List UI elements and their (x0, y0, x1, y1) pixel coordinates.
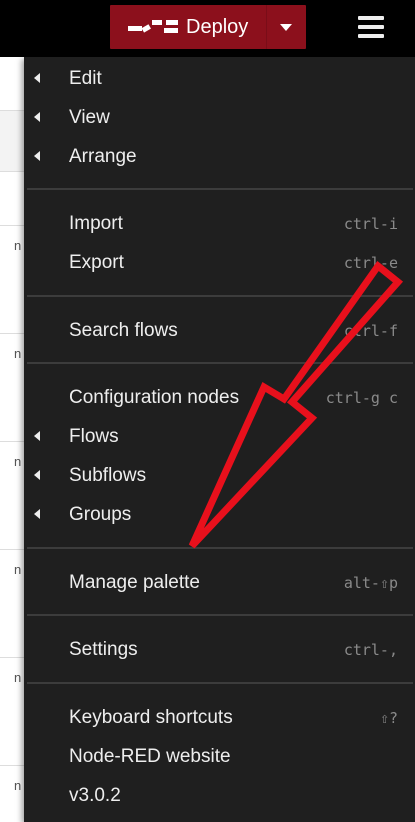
menu-divider (27, 547, 413, 549)
menu-item-label: Arrange (69, 146, 137, 167)
shortcut-label: ctrl-g c (325, 389, 398, 407)
shortcut-label: ctrl-f (343, 322, 398, 340)
menu-item-arrange[interactable]: Arrange (24, 137, 415, 176)
submenu-caret-icon (34, 73, 40, 83)
menu-item-export[interactable]: Export ctrl-e (24, 243, 415, 282)
workspace-row-divider (0, 549, 24, 550)
menu-item-label: Manage palette (69, 572, 200, 593)
menu-item-settings[interactable]: Settings ctrl-, (24, 630, 415, 669)
submenu-caret-icon (34, 509, 40, 519)
workspace-row-text: n (14, 238, 22, 253)
menu-item-keyboard-shortcuts[interactable]: Keyboard shortcuts ⇧? (24, 698, 415, 737)
shortcut-label: ⇧? (379, 709, 398, 727)
menu-item-label: Keyboard shortcuts (69, 707, 233, 728)
version-label: v3.0.2 (69, 785, 121, 806)
workspace-row-divider (0, 225, 24, 226)
menu-item-label: Export (69, 252, 124, 273)
header-bar: Deploy (0, 0, 415, 57)
menu-item-label: Import (69, 213, 123, 234)
menu-item-subflows[interactable]: Subflows (24, 456, 415, 495)
deploy-button[interactable]: Deploy (110, 5, 306, 49)
workspace-row-divider (0, 657, 24, 658)
workspace-row-text: n (14, 346, 22, 361)
menu-item-label: View (69, 107, 110, 128)
workspace-row-divider (0, 441, 24, 442)
shortcut-label: ctrl-e (343, 254, 398, 272)
menu-divider (27, 295, 413, 297)
menu-item-edit[interactable]: Edit (24, 59, 415, 98)
workspace-row-divider (0, 765, 24, 766)
menu-item-flows[interactable]: Flows (24, 417, 415, 456)
menu-item-groups[interactable]: Groups (24, 495, 415, 534)
submenu-caret-icon (34, 112, 40, 122)
menu-item-label: Edit (69, 68, 102, 89)
submenu-caret-icon (34, 151, 40, 161)
workspace-row-divider (0, 333, 24, 334)
deploy-dropdown-icon[interactable] (280, 24, 292, 31)
submenu-caret-icon (34, 431, 40, 441)
menu-divider (27, 614, 413, 616)
menu-item-label: Settings (69, 639, 138, 660)
menu-item-search-flows[interactable]: Search flows ctrl-f (24, 311, 415, 350)
workspace-row-text: n (14, 778, 22, 793)
hamburger-menu-icon[interactable] (356, 14, 386, 40)
menu-item-view[interactable]: View (24, 98, 415, 137)
shortcut-label: ctrl-, (343, 641, 398, 659)
menu-item-label: Flows (69, 426, 119, 447)
menu-divider (27, 188, 413, 190)
workspace-row-text: n (14, 454, 22, 469)
deploy-icon (128, 20, 178, 33)
shortcut-label: alt-⇧p (343, 574, 398, 592)
deploy-label: Deploy (186, 16, 249, 38)
menu-item-configuration-nodes[interactable]: Configuration nodes ctrl-g c (24, 378, 415, 417)
workspace-row-text: n (14, 562, 22, 577)
workspace-tab-strip (0, 110, 24, 172)
menu-divider (27, 362, 413, 364)
menu-item-label: Configuration nodes (69, 387, 240, 408)
menu-item-version: v3.0.2 (24, 776, 415, 815)
menu-item-label: Subflows (69, 465, 147, 486)
menu-item-label: Search flows (69, 320, 178, 341)
menu-item-node-red-website[interactable]: Node-RED website (24, 737, 415, 776)
menu-item-import[interactable]: Import ctrl-i (24, 204, 415, 243)
workspace-row-text: n (14, 670, 22, 685)
menu-item-label: Groups (69, 504, 132, 525)
menu-item-manage-palette[interactable]: Manage palette alt-⇧p (24, 563, 415, 602)
submenu-caret-icon (34, 470, 40, 480)
menu-item-label: Node-RED website (69, 746, 231, 767)
main-menu: Edit View Arrange Import ctrl-i Export c… (24, 57, 415, 822)
menu-divider (27, 682, 413, 684)
shortcut-label: ctrl-i (343, 215, 398, 233)
deploy-divider (266, 5, 267, 49)
